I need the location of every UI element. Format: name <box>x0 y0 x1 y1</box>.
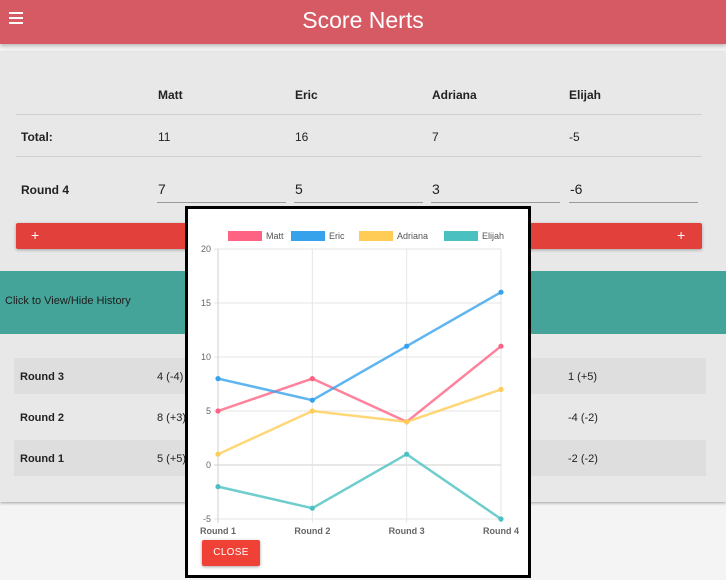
player-header-adriana: Adriana <box>432 88 477 102</box>
history-score-matt: 8 (+3) <box>157 412 187 424</box>
legend-label: Matt <box>266 231 284 241</box>
chart-modal: -5 0 5 10 15 20 Round 1 Round 2 Round 3 Round 4 Ma… <box>185 206 531 578</box>
history-score-matt: 5 (+5) <box>157 453 187 465</box>
data-point <box>498 386 504 392</box>
divider <box>16 114 702 115</box>
x-tick-label: Round 1 <box>200 526 236 534</box>
app-bar: Score Nerts <box>0 0 726 44</box>
total-value-elijah: -5 <box>569 130 580 144</box>
data-point <box>309 376 315 382</box>
total-label: Total: <box>21 130 53 144</box>
y-tick-label: -5 <box>203 514 211 524</box>
legend-swatch <box>359 231 393 241</box>
total-value-matt: 11 <box>158 130 171 144</box>
data-point <box>404 343 410 349</box>
data-point <box>215 408 221 414</box>
score-input-eric[interactable] <box>294 176 423 203</box>
y-tick-label: 15 <box>201 298 211 308</box>
data-point <box>498 343 504 349</box>
app-title: Score Nerts <box>302 7 424 33</box>
data-point <box>215 484 221 490</box>
player-header-elijah: Elijah <box>569 88 602 102</box>
player-header-matt: Matt <box>158 88 183 102</box>
score-input-adriana[interactable] <box>431 176 560 203</box>
legend-label: Elijah <box>482 231 504 241</box>
y-tick-label: 5 <box>206 406 211 416</box>
history-score-elijah: 1 (+5) <box>568 371 598 383</box>
data-point <box>404 419 410 425</box>
data-point <box>215 451 221 457</box>
legend-label: Adriana <box>397 231 428 241</box>
plus-icon: + <box>31 227 40 243</box>
x-tick-label: Round 2 <box>294 526 330 534</box>
x-tick-label: Round 3 <box>389 526 425 534</box>
history-score-elijah: -4 (-2) <box>568 412 598 424</box>
x-tick-label: Round 4 <box>483 526 519 534</box>
data-point <box>309 505 315 511</box>
total-value-adriana: 7 <box>432 130 439 144</box>
series-line <box>217 452 502 521</box>
current-round-label: Round 4 <box>21 183 69 197</box>
legend-swatch <box>444 231 478 241</box>
series-line <box>217 345 502 424</box>
data-point <box>215 376 221 382</box>
legend-label: Eric <box>329 231 345 241</box>
data-point <box>309 397 315 403</box>
legend-swatch <box>291 231 325 241</box>
history-round-label: Round 3 <box>20 371 64 383</box>
legend-swatch <box>228 231 262 241</box>
history-toggle-label: Click to View/Hide History <box>5 295 131 307</box>
data-point <box>404 451 410 457</box>
close-button[interactable]: CLOSE <box>202 540 260 566</box>
history-score-matt: 4 (-4) <box>157 371 184 383</box>
data-point <box>309 408 315 414</box>
y-tick-label: 10 <box>201 352 211 362</box>
history-score-elijah: -2 (-2) <box>568 453 598 465</box>
data-point <box>498 289 504 295</box>
score-input-matt[interactable] <box>157 176 286 203</box>
series-line <box>217 291 502 402</box>
y-tick-label: 20 <box>201 244 211 254</box>
y-tick-label: 0 <box>206 460 211 470</box>
score-input-elijah[interactable] <box>569 176 698 203</box>
divider <box>16 156 702 157</box>
score-chart: -5 0 5 10 15 20 Round 1 Round 2 Round 3 Round 4 Ma… <box>200 231 519 536</box>
player-header-eric: Eric <box>295 88 318 102</box>
history-round-label: Round 1 <box>20 453 64 465</box>
data-point <box>498 516 504 522</box>
history-round-label: Round 2 <box>20 412 64 424</box>
plus-icon: + <box>677 227 686 243</box>
total-value-eric: 16 <box>295 130 309 144</box>
